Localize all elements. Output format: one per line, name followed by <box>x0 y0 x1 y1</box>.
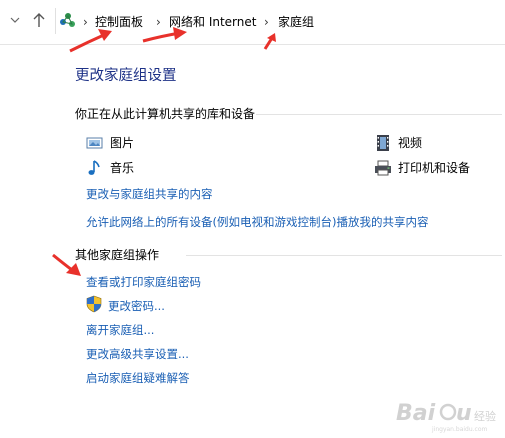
change-shared-content-link[interactable]: 更改与家庭组共享的内容 <box>86 186 213 202</box>
annotation-arrow-icon <box>52 253 81 276</box>
uac-shield-icon <box>86 295 102 313</box>
music-icon <box>88 160 100 175</box>
section-divider <box>186 255 502 256</box>
breadcrumb-separator: › <box>264 15 269 29</box>
library-label: 视频 <box>398 136 423 150</box>
leave-homegroup-link[interactable]: 离开家庭组... <box>86 322 154 338</box>
change-password-link[interactable]: 更改密码... <box>108 298 165 314</box>
page-title: 更改家庭组设置 <box>75 68 177 84</box>
pictures-icon <box>86 137 103 149</box>
baidu-watermark-icon: Bai u 经验 jingyan.baidu.com <box>396 401 496 433</box>
annotation-arrow-icon <box>142 27 187 43</box>
allow-media-streaming-link[interactable]: 允许此网络上的所有设备(例如电视和游戏控制台)播放我的共享内容 <box>86 214 428 230</box>
svg-text:u: u <box>456 401 472 426</box>
up-arrow-icon[interactable] <box>31 11 47 29</box>
annotation-arrow-icon <box>263 33 276 50</box>
library-label: 打印机和设备 <box>398 161 471 175</box>
actions-section-heading: 其他家庭组操作 <box>75 248 160 262</box>
svg-text:经验: 经验 <box>474 409 496 423</box>
svg-text:Bai: Bai <box>396 401 436 426</box>
videos-icon <box>377 135 389 151</box>
breadcrumb-homegroup[interactable]: 家庭组 <box>278 14 314 30</box>
svg-text:jingyan.baidu.com: jingyan.baidu.com <box>431 426 488 433</box>
advanced-sharing-settings-link[interactable]: 更改高级共享设置... <box>86 346 189 362</box>
printer-icon <box>375 160 391 176</box>
annotation-arrow-icon <box>69 29 112 53</box>
library-label: 音乐 <box>110 161 135 175</box>
library-label: 图片 <box>110 136 135 150</box>
sharing-section-heading: 你正在从此计算机共享的库和设备 <box>75 107 256 121</box>
homegroup-troubleshooter-link[interactable]: 启动家庭组疑难解答 <box>86 370 190 386</box>
recent-locations-chevron-icon[interactable] <box>8 12 22 28</box>
view-print-password-link[interactable]: 查看或打印家庭组密码 <box>86 274 201 290</box>
section-divider <box>256 114 502 115</box>
